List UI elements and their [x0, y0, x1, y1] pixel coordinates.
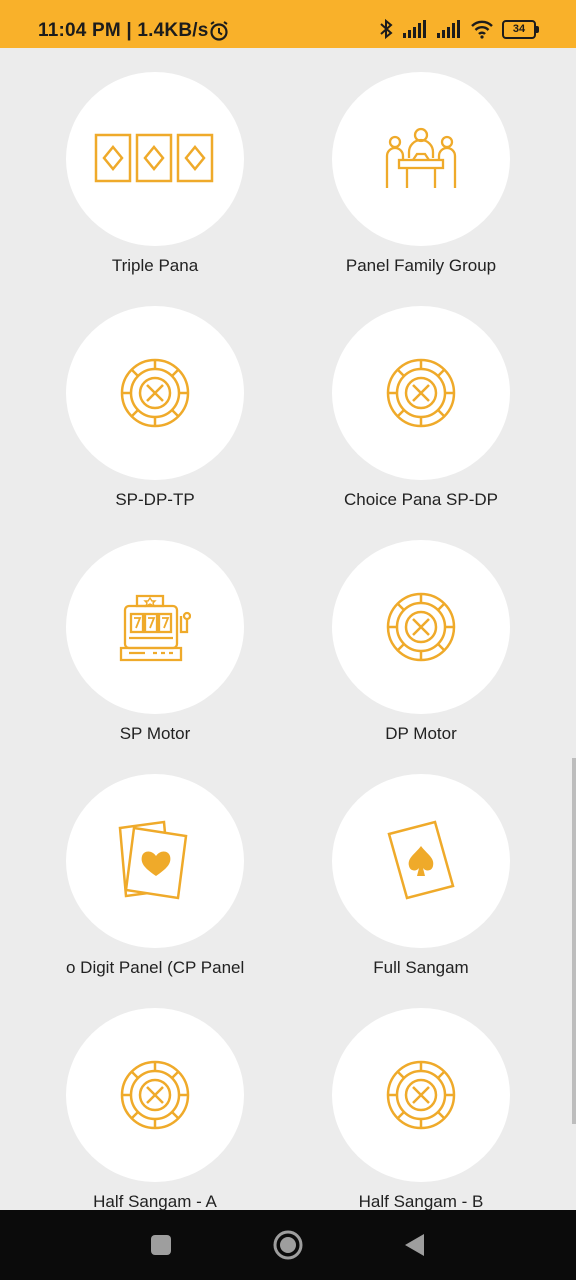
- game-tile-sp-motor[interactable]: SP Motor: [30, 516, 280, 750]
- home-button[interactable]: [248, 1210, 328, 1280]
- game-tile-circle: [332, 72, 510, 246]
- family-group-icon: [385, 126, 457, 192]
- game-tile-label: o Digit Panel (CP Panel: [66, 958, 244, 977]
- game-tile-half-sangam-a[interactable]: Half Sangam - A: [30, 984, 280, 1210]
- roulette-wheel-icon: [385, 591, 457, 663]
- signal-icon: [436, 19, 462, 39]
- scrollbar[interactable]: [572, 758, 576, 1124]
- game-tile-label: Full Sangam: [373, 958, 469, 977]
- bluetooth-icon: [378, 18, 394, 40]
- spade-card-icon: [385, 820, 457, 902]
- game-tile-full-sangam[interactable]: Full Sangam: [296, 750, 546, 984]
- slot-machine-icon: [119, 588, 191, 666]
- square-icon: [149, 1233, 173, 1257]
- signal-icon: [402, 19, 428, 39]
- back-triangle-icon: [402, 1232, 426, 1258]
- game-tile-label: Panel Family Group: [345, 256, 497, 275]
- alarm-icon: [208, 20, 230, 42]
- roulette-wheel-icon: [385, 1059, 457, 1131]
- game-grid: Triple Pana Panel Family Group SP-DP-TP …: [0, 48, 576, 1210]
- game-tile-triple-pana[interactable]: Triple Pana: [30, 48, 280, 282]
- status-icons: 34: [378, 18, 539, 40]
- game-tile-label: Triple Pana: [111, 256, 199, 275]
- game-tile-dp-motor[interactable]: DP Motor: [296, 516, 546, 750]
- game-tile-label: Choice Pana SP-DP: [343, 490, 499, 509]
- game-tile-circle: [332, 540, 510, 714]
- game-tile-sp-dp-tp[interactable]: SP-DP-TP: [30, 282, 280, 516]
- game-tile-half-sangam-b[interactable]: Half Sangam - B: [296, 984, 546, 1210]
- game-tile-choice-pana[interactable]: Choice Pana SP-DP: [296, 282, 546, 516]
- roulette-wheel-icon: [119, 1059, 191, 1131]
- status-bar: 11:04 PM | 1.4KB/s 34: [0, 0, 576, 48]
- game-tile-circle: [66, 1008, 244, 1182]
- game-tile-circle: [332, 774, 510, 948]
- cards-diamond-icon: [94, 133, 216, 185]
- game-tile-two-digit-panel[interactable]: o Digit Panel (CP Panel: [30, 750, 280, 984]
- roulette-wheel-icon: [385, 357, 457, 429]
- status-time-speed: 11:04 PM | 1.4KB/s: [38, 20, 209, 41]
- heart-cards-icon: [116, 820, 194, 902]
- back-button[interactable]: [374, 1210, 454, 1280]
- game-tile-panel-family-group[interactable]: Panel Family Group: [296, 48, 546, 282]
- wifi-icon: [470, 19, 494, 39]
- battery-icon: 34: [502, 19, 539, 39]
- game-tile-circle: [66, 72, 244, 246]
- game-tile-circle: [66, 306, 244, 480]
- game-tile-label: SP-DP-TP: [115, 490, 195, 509]
- roulette-wheel-icon: [119, 357, 191, 429]
- game-tile-label: Half Sangam - A: [93, 1192, 217, 1210]
- game-tile-circle: [332, 306, 510, 480]
- navigation-bar: [0, 1210, 576, 1280]
- game-tile-label: SP Motor: [119, 724, 191, 743]
- game-tile-circle: [66, 540, 244, 714]
- game-tile-label: Half Sangam - B: [358, 1192, 484, 1210]
- recents-button[interactable]: [121, 1210, 201, 1280]
- game-tile-circle: [66, 774, 244, 948]
- game-tile-label: DP Motor: [385, 724, 457, 743]
- game-tile-circle: [332, 1008, 510, 1182]
- home-circle-icon: [272, 1229, 304, 1261]
